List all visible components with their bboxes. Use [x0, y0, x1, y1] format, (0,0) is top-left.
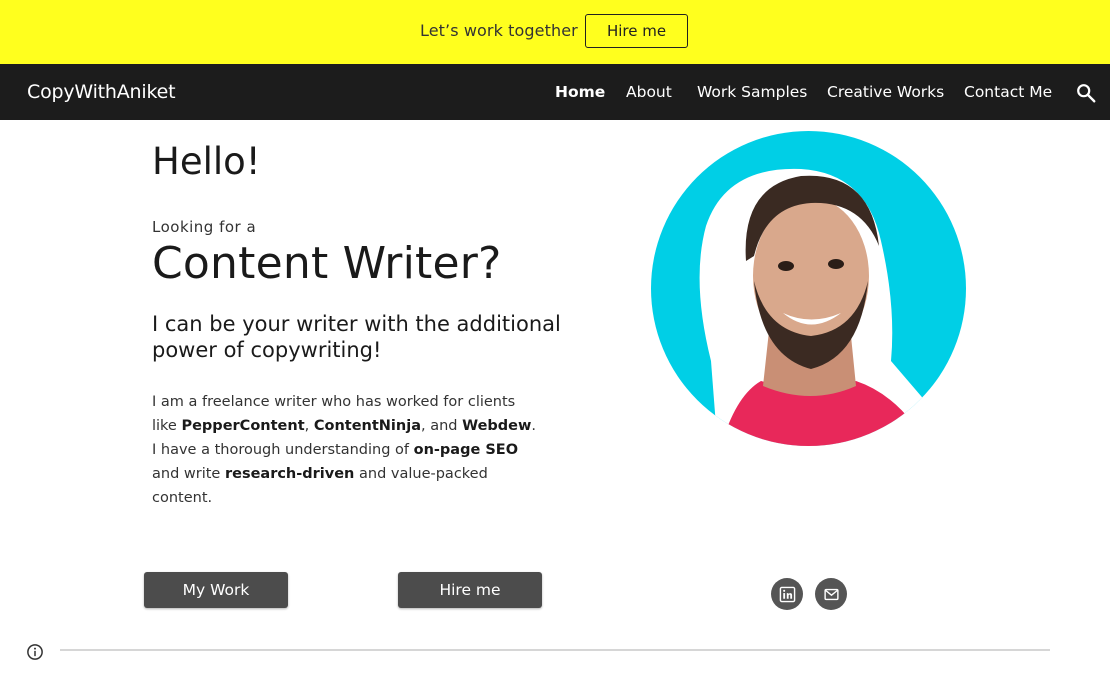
- announcement-text: Let’s work together: [420, 21, 578, 40]
- skill-highlight: on-page SEO: [413, 442, 519, 458]
- nav-item-about[interactable]: About: [626, 83, 672, 101]
- my-work-button[interactable]: My Work: [144, 572, 288, 608]
- greeting-heading: Hello!: [152, 140, 261, 183]
- nav-item-home[interactable]: Home: [555, 83, 605, 101]
- headline: Content Writer?: [152, 238, 502, 289]
- profile-portrait: [651, 131, 966, 446]
- email-icon: [823, 588, 839, 600]
- linkedin-icon: [779, 586, 795, 602]
- nav-item-work-samples[interactable]: Work Samples: [697, 83, 807, 101]
- client-name: ContentNinja: [313, 418, 421, 434]
- tagline: I can be your writer with the additional…: [152, 312, 561, 362]
- lead-in-text: Looking for a: [152, 218, 257, 236]
- footer-divider: [60, 649, 1050, 651]
- announcement-bar: Let’s work together Hire me: [0, 0, 1110, 64]
- client-name: Webdew: [462, 418, 532, 434]
- navbar: CopyWithAniket Home About Work Samples C…: [0, 64, 1110, 120]
- email-link[interactable]: [815, 578, 847, 610]
- nav-item-creative-works[interactable]: Creative Works: [827, 83, 944, 101]
- bio-paragraph: I am a freelance writer who has worked f…: [152, 394, 537, 506]
- nav-item-contact-me[interactable]: Contact Me: [964, 83, 1052, 101]
- announcement-hire-me-button[interactable]: Hire me: [585, 14, 688, 48]
- client-name: PepperContent: [181, 418, 305, 434]
- linkedin-link[interactable]: [771, 578, 803, 610]
- hire-me-button[interactable]: Hire me: [398, 572, 542, 608]
- skill-highlight: research-driven: [224, 466, 355, 482]
- search-icon[interactable]: [1075, 82, 1097, 104]
- info-icon[interactable]: [26, 643, 44, 661]
- site-brand[interactable]: CopyWithAniket: [27, 81, 176, 103]
